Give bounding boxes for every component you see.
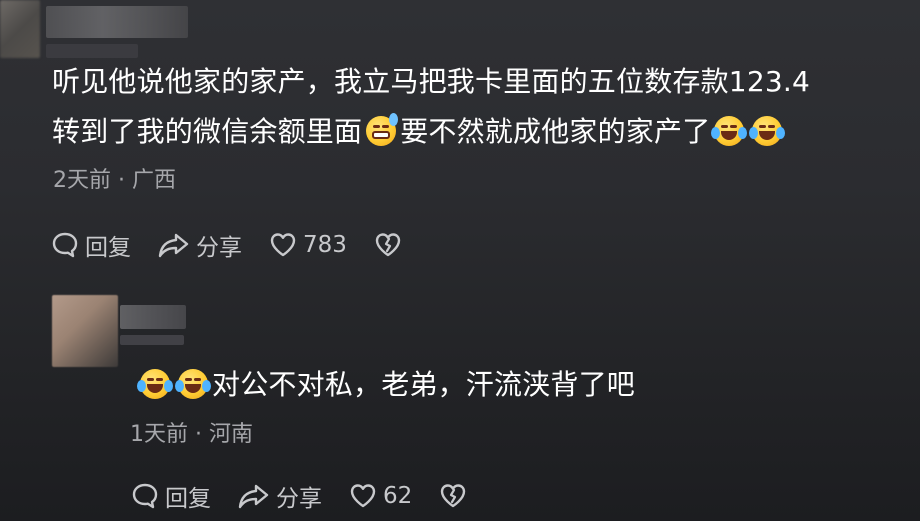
comment-text: 听见他说他家的家产，我立马把我卡里面的五位数存款123.4 <box>52 65 810 98</box>
reply-bubble-icon <box>132 483 158 509</box>
rolling-laughing-emoji-icon <box>175 369 211 399</box>
rolling-laughing-emoji-icon <box>749 116 786 146</box>
avatar[interactable] <box>0 0 40 58</box>
username-blurred[interactable] <box>120 305 186 329</box>
reply-button[interactable]: 回复 <box>50 228 131 262</box>
comment-meta: 1天前 · 河南 <box>130 420 253 450</box>
share-arrow-icon <box>238 484 269 509</box>
dislike-button[interactable] <box>373 230 403 260</box>
dislike-button[interactable] <box>438 481 468 511</box>
meta-separator: · <box>195 422 202 447</box>
like-count: 62 <box>383 483 413 509</box>
username-blurred[interactable] <box>46 6 188 38</box>
like-button[interactable]: 783 <box>268 230 347 260</box>
grinning-sweat-emoji-icon <box>366 113 399 146</box>
comment-text: 转到了我的微信余额里面 <box>52 115 363 148</box>
comment-location: 河南 <box>209 422 254 447</box>
share-label: 分享 <box>276 486 322 512</box>
broken-heart-icon <box>375 233 401 257</box>
reply-item: 对公不对私，老弟，汗流浃背了吧 1天前 · 河南 回复 分享 62 <box>0 283 920 521</box>
like-count: 783 <box>303 232 347 258</box>
comment-meta: 2天前 · 广西 <box>53 166 176 196</box>
reply-bubble-icon <box>52 232 78 258</box>
comment-text: 对公不对私，老弟，汗流浃背了吧 <box>212 368 636 401</box>
share-label: 分享 <box>196 235 242 261</box>
like-button[interactable]: 62 <box>348 481 412 511</box>
username-blurred-tail <box>46 44 138 58</box>
comment-text-line: 转到了我的微信余额里面 要不然就成他家的家产了 <box>52 112 786 152</box>
reply-label: 回复 <box>85 235 131 261</box>
comment-location: 广西 <box>132 168 177 193</box>
comment-actions: 回复 分享 62 <box>130 479 468 513</box>
avatar[interactable] <box>52 295 118 367</box>
rolling-laughing-emoji-icon <box>137 369 173 399</box>
reply-label: 回复 <box>165 486 211 512</box>
broken-heart-icon <box>441 484 466 508</box>
comment-item: 听见他说他家的家产，我立马把我卡里面的五位数存款123.4 转到了我的微信余额里… <box>0 0 920 275</box>
rolling-laughing-emoji-icon <box>711 116 748 146</box>
reply-button[interactable]: 回复 <box>130 479 211 513</box>
meta-separator: · <box>118 168 125 193</box>
comment-text-line: 听见他说他家的家产，我立马把我卡里面的五位数存款123.4 <box>52 62 810 102</box>
heart-icon <box>270 233 296 257</box>
comment-time: 1天前 <box>130 422 188 447</box>
comment-time: 2天前 <box>53 168 111 193</box>
comment-text: 要不然就成他家的家产了 <box>400 115 711 148</box>
share-button[interactable]: 分享 <box>237 479 322 513</box>
comment-text-line: 对公不对私，老弟，汗流浃背了吧 <box>136 365 635 405</box>
username-blurred-tail <box>120 335 184 345</box>
share-button[interactable]: 分享 <box>157 228 242 262</box>
share-arrow-icon <box>158 233 189 258</box>
heart-icon <box>350 484 376 508</box>
comment-actions: 回复 分享 783 <box>50 228 403 262</box>
